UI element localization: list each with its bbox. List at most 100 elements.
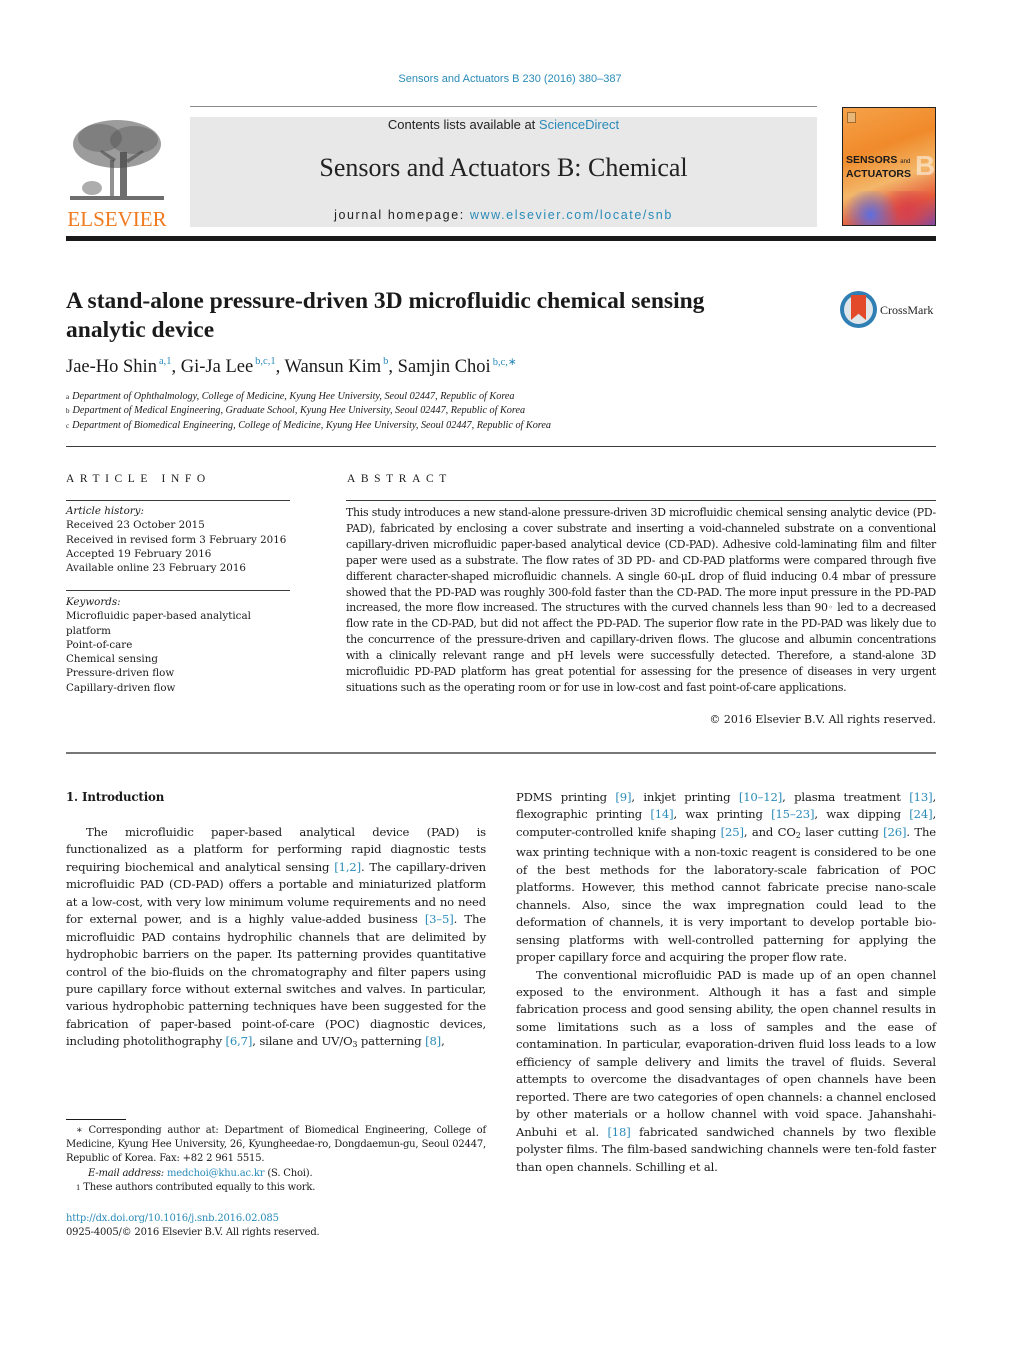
text-run: , wax dipping — [814, 807, 910, 822]
email-label: E-mail address: — [88, 1167, 167, 1179]
reference-link[interactable]: [24] — [909, 807, 932, 821]
masthead-top-rule — [190, 106, 817, 107]
affiliation-mark: a — [66, 393, 70, 401]
author-marks[interactable]: b — [383, 356, 388, 367]
contents-available-line: Contents lists available at ScienceDirec… — [190, 117, 817, 132]
reference-link[interactable]: [8] — [425, 1034, 441, 1048]
author-marks[interactable]: b,c,∗ — [493, 357, 517, 368]
footnotes: ∗ Corresponding author at: Department of… — [66, 1124, 486, 1195]
affiliation-mark: b — [66, 407, 70, 416]
article-title: A stand-alone pressure-driven 3D microfl… — [66, 288, 705, 343]
abstract-text: This study introduces a new stand-alone … — [346, 505, 936, 696]
tree-logo-icon — [70, 116, 164, 204]
section-divider — [66, 752, 936, 754]
affiliation-text: Department of Biomedical Engineering, Co… — [72, 419, 552, 431]
reference-link[interactable]: [26] — [883, 825, 906, 839]
email-note: E-mail address: medchoi@khu.ac.kr (S. Ch… — [66, 1167, 486, 1181]
keyword-item: Microfluidic paper-based analytical plat… — [66, 610, 251, 637]
author-name[interactable]: Jae-Ho Shin — [66, 357, 157, 377]
cover-title: SENSORS and ACTUATORS — [846, 154, 911, 180]
history-item: Received 23 October 2015 — [66, 519, 205, 532]
text-run: The conventional microfluidic PAD is mad… — [516, 967, 936, 1139]
body-paragraph: PDMS printing [9], inkjet printing [10–1… — [516, 789, 936, 967]
author-marks[interactable]: b,c,1 — [255, 356, 275, 367]
reference-link[interactable]: [9] — [615, 790, 631, 804]
footnote-divider — [66, 1119, 126, 1120]
crossmark-icon — [840, 291, 877, 328]
author-list: Jae-Ho Shin a,1, Gi-Ja Lee b,c,1, Wansun K… — [66, 356, 517, 377]
author-name[interactable]: Wansun Kim — [285, 357, 382, 377]
reference-link[interactable]: [6,7] — [226, 1034, 253, 1048]
reference-link[interactable]: [25] — [721, 825, 744, 839]
reference-link[interactable]: [15–23] — [771, 807, 814, 821]
text-run: PDMS printing — [516, 790, 616, 804]
doi-link[interactable]: http://dx.doi.org/10.1016/j.snb.2016.02.… — [66, 1213, 279, 1224]
keywords-divider — [66, 590, 290, 591]
text-run: patterning — [357, 1034, 426, 1049]
body-column-right: PDMS printing [9], inkjet printing [10–1… — [516, 789, 936, 1176]
affiliation-list: a Department of Ophthalmology, College of… — [66, 390, 551, 433]
text-run: , — [441, 1034, 445, 1049]
cover-title-line2: ACTUATORS — [846, 168, 911, 180]
affiliation-text: Department of Medical Engineering, Gradu… — [72, 405, 526, 417]
abstract-text-part: led to a decreased flow rate in the CD-P… — [346, 601, 936, 694]
journal-citation-link[interactable]: Sensors and Actuators B 230 (2016) 380–3… — [0, 73, 1020, 85]
article-history: Article history: Received 23 October 201… — [66, 504, 296, 575]
crossmark-label: CrossMark — [880, 303, 934, 317]
text-run: , inkjet printing — [631, 790, 739, 804]
email-link[interactable]: medchoi@khu.ac.kr — [167, 1168, 265, 1179]
keyword-item: Capillary-driven flow — [66, 681, 176, 694]
author-name[interactable]: Gi-Ja Lee — [181, 357, 253, 377]
doi-block: http://dx.doi.org/10.1016/j.snb.2016.02.… — [66, 1212, 486, 1241]
affiliation-text: Department of Ophthalmology, College of … — [72, 391, 515, 402]
reference-link[interactable]: [3–5] — [425, 912, 454, 926]
text-run: , and CO — [743, 824, 796, 839]
history-item: Received in revised form 3 February 2016 — [66, 533, 287, 546]
journal-homepage-line: journal homepage: www.elsevier.com/locat… — [190, 208, 817, 222]
reference-link[interactable]: [10–12] — [739, 790, 782, 804]
corresponding-author-note: ∗ Corresponding author at: Department of… — [66, 1125, 486, 1165]
reference-link[interactable]: [14] — [650, 807, 673, 821]
email-suffix: (S. Choi). — [264, 1167, 313, 1179]
body-paragraph: The microfluidic paper-based analytical … — [66, 824, 486, 1054]
text-run: , wax printing — [673, 807, 772, 822]
equal-contribution-text: These authors contributed equally to thi… — [80, 1181, 316, 1193]
contents-prefix: Contents lists available at — [387, 117, 539, 132]
text-run: , silane and UV/O — [252, 1034, 353, 1049]
affiliation-item: b Department of Medical Engineering, Grad… — [66, 404, 551, 418]
body-column-left: 1. Introduction The microfluidic paper-b… — [66, 789, 486, 1054]
text-run: . The wax printing technique with a non-… — [516, 824, 936, 965]
history-item: Available online 23 February 2016 — [66, 562, 246, 575]
section-divider — [66, 446, 936, 447]
section-heading-introduction: 1. Introduction — [66, 790, 165, 804]
issn-copyright: 0925-4005/© 2016 Elsevier B.V. All right… — [66, 1227, 320, 1239]
elsevier-logo[interactable]: ELSEVIER — [66, 116, 168, 231]
keyword-item: Chemical sensing — [66, 653, 158, 666]
reference-link[interactable]: [1,2] — [334, 860, 361, 874]
keyword-item: Point-of-care — [66, 638, 133, 651]
sciencedirect-link[interactable]: ScienceDirect — [539, 117, 619, 132]
reference-link[interactable]: [13] — [909, 790, 932, 804]
homepage-prefix: journal homepage: — [334, 208, 470, 222]
abstract-divider — [346, 500, 936, 501]
history-item: Accepted 19 February 2016 — [66, 547, 212, 560]
cover-letter: B — [915, 150, 936, 181]
journal-title: Sensors and Actuators B: Chemical — [319, 153, 688, 182]
author-name[interactable]: Samjin Choi — [398, 357, 491, 377]
article-history-label: Article history: — [66, 505, 144, 517]
journal-cover-image[interactable]: SENSORS and ACTUATORS B — [842, 107, 936, 226]
article-info-heading: ARTICLE INFO — [66, 473, 211, 485]
abstract-heading: ABSTRACT — [347, 473, 452, 485]
abstract-text-part: This study introduces a new stand-alone … — [346, 506, 936, 615]
text-run: . The microfluidic PAD contains hydrophi… — [66, 912, 486, 1049]
author-marks[interactable]: a,1 — [159, 356, 172, 367]
cover-title-line1: SENSORS — [846, 154, 898, 166]
cover-art — [843, 191, 935, 225]
journal-homepage-link[interactable]: www.elsevier.com/locate/snb — [470, 208, 673, 222]
reference-link[interactable]: [18] — [607, 1125, 630, 1139]
crossmark-button[interactable]: CrossMark — [840, 291, 940, 329]
cover-title-and: and — [900, 159, 911, 165]
cover-elsevier-emblem-icon — [847, 112, 856, 123]
elsevier-wordmark: ELSEVIER — [67, 207, 167, 231]
masthead-bottom-rule — [66, 236, 936, 241]
